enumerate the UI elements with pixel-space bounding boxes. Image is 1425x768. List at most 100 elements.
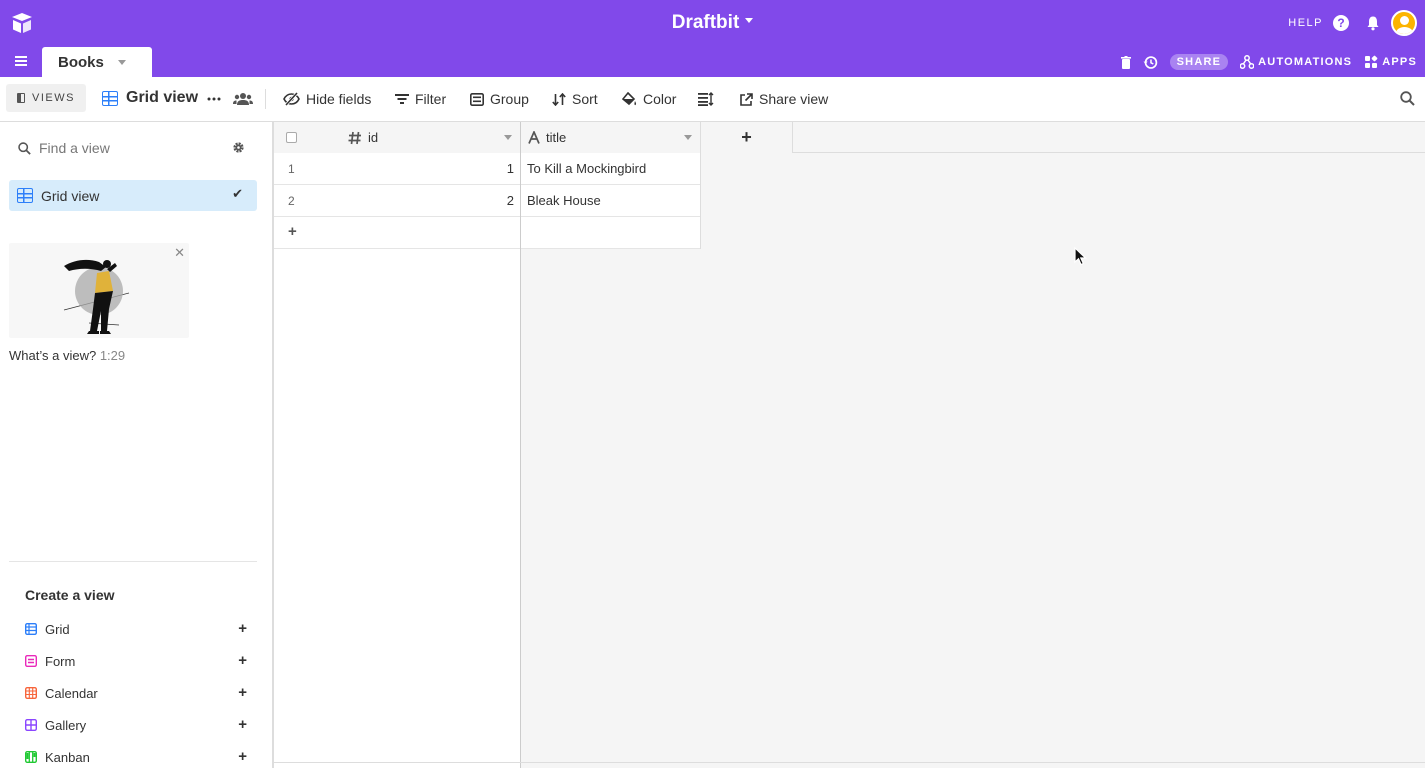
checkmark-icon: ✔ — [232, 186, 243, 201]
column-header-row: id title + — [274, 122, 1425, 153]
base-name-text: Draftbit — [671, 12, 740, 33]
base-title[interactable]: Draftbit — [672, 12, 754, 33]
filter-icon — [395, 94, 409, 104]
more-options-icon[interactable] — [207, 90, 221, 108]
share-button[interactable]: SHARE — [1169, 54, 1229, 70]
user-avatar[interactable] — [1391, 10, 1417, 36]
question-icon[interactable]: ? — [1333, 15, 1349, 31]
select-all-cell — [274, 122, 339, 153]
column-name: title — [546, 130, 567, 145]
plus-icon[interactable]: + — [238, 684, 247, 701]
collaborators-icon[interactable] — [233, 91, 253, 107]
add-row-button[interactable]: + — [274, 217, 701, 249]
plus-icon: + — [288, 223, 297, 240]
cell-divider — [700, 217, 701, 249]
gear-icon[interactable] — [232, 141, 245, 154]
color-button[interactable]: Color — [622, 91, 676, 107]
header-right-actions: HELP ? — [1288, 10, 1417, 36]
cell-divider — [700, 153, 701, 185]
apps-label: APPS — [1382, 56, 1417, 68]
color-label: Color — [643, 91, 677, 107]
row-height-icon[interactable] — [698, 92, 714, 106]
hamburger-menu-icon[interactable] — [15, 56, 27, 66]
gallery-view-icon — [25, 719, 37, 731]
tabbar-right-actions: SHARE AUTOMATIONS APPS — [1120, 52, 1417, 72]
kanban-view-icon — [25, 751, 37, 763]
toolbar-divider — [265, 89, 266, 109]
find-view-box — [10, 134, 256, 162]
cell-divider — [520, 153, 521, 185]
apps-button[interactable]: APPS — [1364, 55, 1417, 69]
video-duration: 1:29 — [99, 348, 126, 363]
create-item-label: Form — [45, 653, 76, 669]
view-item-label: Grid view — [41, 187, 100, 204]
cell-id[interactable]: 1 — [274, 161, 514, 176]
sort-icon — [552, 92, 566, 106]
chevron-down-icon[interactable] — [117, 59, 126, 65]
apps-icon — [1365, 55, 1378, 68]
create-form-view[interactable]: Form + — [25, 650, 247, 672]
external-link-icon — [740, 92, 753, 106]
plus-icon[interactable]: + — [238, 620, 247, 637]
trash-icon[interactable] — [1120, 55, 1131, 69]
create-item-label: Kanban — [45, 749, 90, 765]
automations-label: AUTOMATIONS — [1258, 56, 1353, 68]
app-header: Draftbit HELP ? Books + SHARE AUTOMATION… — [0, 0, 1425, 77]
paint-bucket-icon — [622, 92, 637, 106]
chevron-down-icon[interactable] — [504, 135, 512, 140]
grid-view-icon — [25, 623, 37, 635]
plus-icon[interactable]: + — [238, 748, 247, 765]
hide-fields-button[interactable]: Hide fields — [283, 91, 371, 107]
column-header-title[interactable]: title — [521, 122, 701, 153]
select-all-checkbox[interactable] — [286, 132, 297, 143]
search-icon[interactable] — [1400, 91, 1415, 106]
filter-label: Filter — [415, 91, 447, 107]
cell-id[interactable]: 2 — [274, 193, 514, 208]
cell-title[interactable]: Bleak House — [527, 193, 601, 208]
column-name: id — [368, 130, 379, 145]
filter-button[interactable]: Filter — [395, 91, 446, 107]
calendar-view-icon — [25, 687, 37, 699]
cell-title[interactable]: To Kill a Mockingbird — [527, 161, 646, 176]
bell-icon[interactable] — [1365, 15, 1381, 31]
create-grid-view[interactable]: Grid + — [25, 618, 247, 640]
grid-view-icon — [102, 90, 118, 106]
create-view-heading: Create a view — [25, 587, 115, 603]
video-caption[interactable]: What’s a view? 1:29 — [9, 348, 125, 363]
column-header-id[interactable]: id — [339, 122, 521, 153]
grid-area: id title + 1 1 To Kill a Mockingbird 2 2… — [274, 122, 1425, 768]
history-icon[interactable] — [1143, 55, 1158, 70]
automations-icon — [1240, 55, 1255, 69]
add-column-button[interactable]: + — [701, 122, 793, 153]
video-title: What’s a view? — [9, 348, 97, 363]
create-item-label: Grid — [45, 621, 70, 637]
cell-divider — [520, 217, 521, 249]
automations-button[interactable]: AUTOMATIONS — [1240, 55, 1352, 69]
cell-divider — [700, 185, 701, 217]
current-view-name[interactable]: Grid view — [102, 89, 198, 107]
create-item-label: Gallery — [45, 717, 87, 733]
create-calendar-view[interactable]: Calendar + — [25, 682, 247, 704]
cell-divider — [520, 185, 521, 217]
grid-view-icon — [17, 188, 33, 203]
help-link[interactable]: HELP — [1288, 17, 1323, 29]
sidebar-item-grid-view[interactable]: Grid view ✔ — [9, 180, 257, 211]
form-view-icon — [25, 655, 37, 667]
table-row[interactable]: 2 2 Bleak House — [274, 185, 701, 217]
create-kanban-view[interactable]: Kanban + — [25, 746, 247, 768]
sort-button[interactable]: Sort — [552, 91, 598, 107]
close-icon[interactable]: ✕ — [174, 245, 185, 261]
table-row[interactable]: 1 1 To Kill a Mockingbird — [274, 153, 701, 185]
plus-icon[interactable]: + — [238, 652, 247, 669]
create-gallery-view[interactable]: Gallery + — [25, 714, 247, 736]
video-thumbnail[interactable]: ✕ — [9, 243, 189, 338]
group-button[interactable]: Group — [470, 91, 529, 107]
plus-icon[interactable]: + — [238, 716, 247, 733]
share-view-button[interactable]: Share view — [740, 91, 828, 107]
find-view-input[interactable] — [39, 140, 219, 156]
airtable-logo-icon[interactable] — [10, 12, 34, 34]
chevron-down-icon[interactable] — [684, 135, 692, 140]
views-toggle-button[interactable]: VIEWS — [6, 84, 86, 112]
chevron-down-icon — [745, 18, 754, 24]
add-table-icon[interactable]: + — [134, 55, 147, 68]
